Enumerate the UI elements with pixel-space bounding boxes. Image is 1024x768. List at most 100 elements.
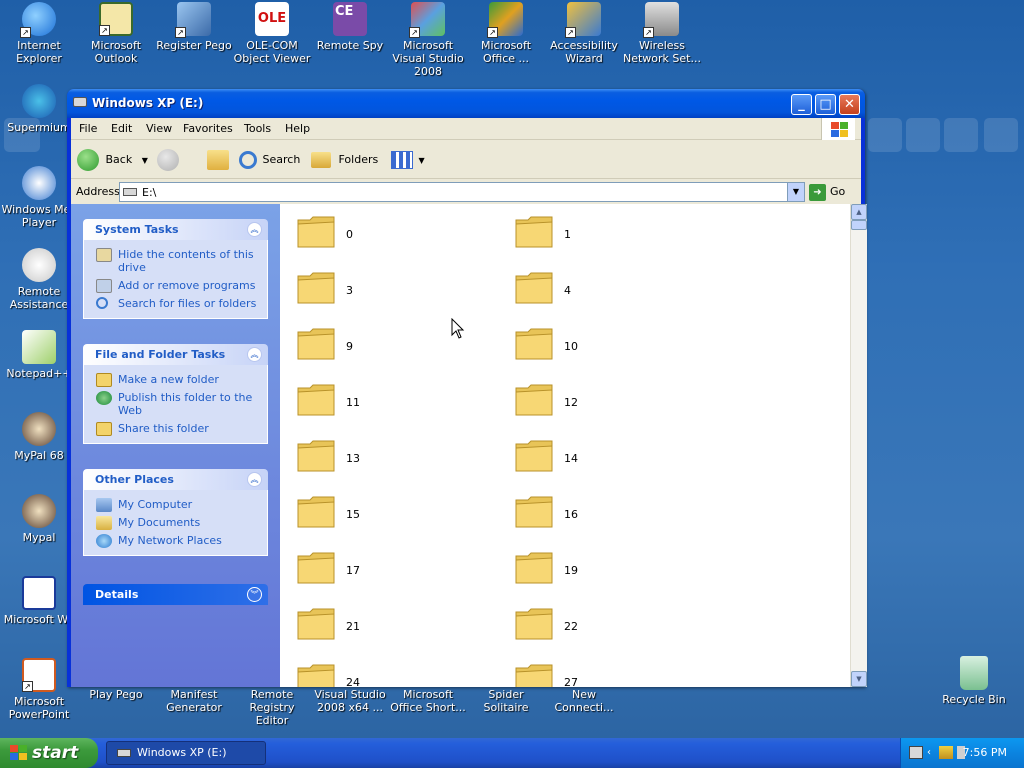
go-button[interactable]: ➜ Go	[809, 182, 845, 202]
taskbar-window-button[interactable]: Windows XP (E:)	[106, 741, 266, 765]
desktop-icon-manifest-generator[interactable]: Manifest Generator	[155, 688, 233, 714]
task-share-folder[interactable]: Share this folder	[96, 422, 257, 436]
menu-favorites[interactable]: Favorites	[183, 122, 233, 135]
folder-item[interactable]: 16	[506, 494, 706, 534]
minimize-button[interactable]: _	[791, 94, 812, 115]
desktop-icon-office-shortcut[interactable]: Microsoft Office Short...	[389, 688, 467, 714]
desktop-icon-remote-spy[interactable]: CE Remote Spy	[311, 2, 389, 52]
start-button[interactable]: start	[0, 738, 98, 768]
folder-item[interactable]: 17	[288, 550, 488, 590]
desktop-icon-accessibility-wizard[interactable]: ↗ Accessibility Wizard	[545, 2, 623, 65]
powerpoint-icon: ↗	[22, 658, 56, 692]
system-tasks-panel: System Tasks ︽ Hide the contents of this…	[83, 219, 268, 319]
desktop-icon-ole-com-viewer[interactable]: OLE OLE-COM Object Viewer	[233, 2, 311, 65]
menu-help[interactable]: Help	[285, 122, 310, 135]
desktop-icon-remote-registry-editor[interactable]: Remote Registry Editor	[233, 688, 311, 727]
keyboard-icon[interactable]	[909, 746, 923, 759]
folder-item[interactable]: 19	[506, 550, 706, 590]
desktop-icon-visual-studio-x64[interactable]: Visual Studio 2008 x64 ...	[311, 688, 389, 714]
up-folder-button[interactable]	[207, 148, 229, 172]
views-button[interactable]: ▼	[391, 148, 425, 172]
folder-item[interactable]: 0	[288, 214, 488, 254]
desktop-icon-label: Accessibility Wizard	[550, 39, 618, 65]
task-make-new-folder[interactable]: Make a new folder	[96, 373, 257, 387]
folder-item[interactable]: 11	[288, 382, 488, 422]
collapse-chevron-icon[interactable]: ︽	[247, 472, 262, 487]
vertical-scrollbar[interactable]: ▲ ▼	[850, 204, 867, 687]
folder-item[interactable]: 22	[506, 606, 706, 646]
task-label: Search for files or folders	[118, 297, 257, 310]
other-places-header[interactable]: Other Places ︽	[83, 469, 268, 490]
task-publish-to-web[interactable]: Publish this folder to the Web	[96, 391, 257, 417]
folders-button[interactable]: Folders	[311, 148, 378, 172]
task-add-remove-programs[interactable]: Add or remove programs	[96, 279, 257, 293]
desktop-icon-wireless-network[interactable]: ↗ Wireless Network Set...	[623, 2, 701, 65]
desktop-icon-recycle-bin[interactable]: Recycle Bin	[935, 656, 1013, 706]
recycle-bin-icon	[960, 656, 988, 690]
address-dropdown-button[interactable]: ▼	[787, 183, 804, 201]
desktop-icon-microsoft-outlook[interactable]: ↗ Microsoft Outlook	[77, 2, 155, 65]
file-folder-tasks-panel: File and Folder Tasks ︽ Make a new folde…	[83, 344, 268, 444]
accessibility-wizard-icon: ↗	[565, 2, 601, 38]
desktop-icon-label: Microsoft Office ...	[480, 39, 532, 65]
folder-item[interactable]: 3	[288, 270, 488, 310]
folder-item[interactable]: 1	[506, 214, 706, 254]
desktop-icon-spider-solitaire[interactable]: Spider Solitaire	[467, 688, 545, 714]
place-my-documents[interactable]: My Documents	[96, 516, 257, 530]
wallpaper-square	[944, 118, 978, 152]
folder-label: 22	[564, 620, 578, 633]
scroll-down-button[interactable]: ▼	[851, 671, 867, 687]
desktop-icon-internet-explorer[interactable]: ↗ Internet Explorer	[0, 2, 78, 65]
folder-item[interactable]: 24	[288, 662, 488, 687]
address-input[interactable]: E:\ ▼	[119, 182, 805, 202]
place-my-computer[interactable]: My Computer	[96, 498, 257, 512]
windows-flag-icon	[10, 745, 28, 761]
title-bar[interactable]: Windows XP (E:) _ □ ✕	[67, 89, 865, 118]
folder-up-icon	[207, 150, 229, 170]
file-folder-tasks-header[interactable]: File and Folder Tasks ︽	[83, 344, 268, 365]
desktop-icon-microsoft-office[interactable]: ↗ Microsoft Office ...	[467, 2, 545, 65]
desktop-icon-label: Internet Explorer	[16, 39, 62, 65]
folder-icon	[297, 216, 335, 248]
folder-label: 0	[346, 228, 353, 241]
desktop-icon-visual-studio-2008[interactable]: ↗ Microsoft Visual Studio 2008	[389, 2, 467, 78]
folder-item[interactable]: 27	[506, 662, 706, 687]
supermium-icon	[22, 84, 56, 118]
scroll-thumb[interactable]	[851, 220, 867, 230]
details-header[interactable]: Details ︾	[83, 584, 268, 605]
expand-chevron-icon[interactable]: ︾	[247, 587, 262, 602]
folder-item[interactable]: 12	[506, 382, 706, 422]
collapse-chevron-icon[interactable]: ︽	[247, 347, 262, 362]
security-alert-icon[interactable]	[939, 746, 953, 759]
desktop-icon-new-connection[interactable]: New Connecti...	[545, 688, 623, 714]
folder-item[interactable]: 21	[288, 606, 488, 646]
address-value: E:\	[142, 186, 157, 199]
folder-item[interactable]: 10	[506, 326, 706, 366]
ole-com-icon: OLE	[255, 2, 289, 36]
collapse-chevron-icon[interactable]: ︽	[247, 222, 262, 237]
menu-tools[interactable]: Tools	[244, 122, 271, 135]
menu-view[interactable]: View	[146, 122, 172, 135]
back-button[interactable]: Back ▼	[77, 148, 148, 172]
system-tasks-header[interactable]: System Tasks ︽	[83, 219, 268, 240]
task-search-files[interactable]: Search for files or folders	[96, 297, 257, 310]
address-label: Address	[76, 185, 120, 198]
search-button[interactable]: Search	[239, 148, 300, 172]
menu-edit[interactable]: Edit	[111, 122, 132, 135]
place-my-network-places[interactable]: My Network Places	[96, 534, 257, 548]
folder-item[interactable]: 4	[506, 270, 706, 310]
back-label: Back	[105, 153, 133, 166]
folder-item[interactable]: 14	[506, 438, 706, 478]
task-hide-drive-contents[interactable]: Hide the contents of this drive	[96, 248, 257, 274]
folder-icon	[297, 272, 335, 304]
menu-file[interactable]: File	[79, 122, 97, 135]
desktop-icon-play-pego[interactable]: Play Pego	[77, 688, 155, 701]
folder-label: 19	[564, 564, 578, 577]
folder-item[interactable]: 15	[288, 494, 488, 534]
scroll-up-button[interactable]: ▲	[851, 204, 867, 220]
maximize-button[interactable]: □	[815, 94, 836, 115]
folder-item[interactable]: 13	[288, 438, 488, 478]
close-button[interactable]: ✕	[839, 94, 860, 115]
desktop-icon-register-pego[interactable]: ↗ Register Pego	[155, 2, 233, 52]
forward-button[interactable]	[157, 148, 179, 172]
